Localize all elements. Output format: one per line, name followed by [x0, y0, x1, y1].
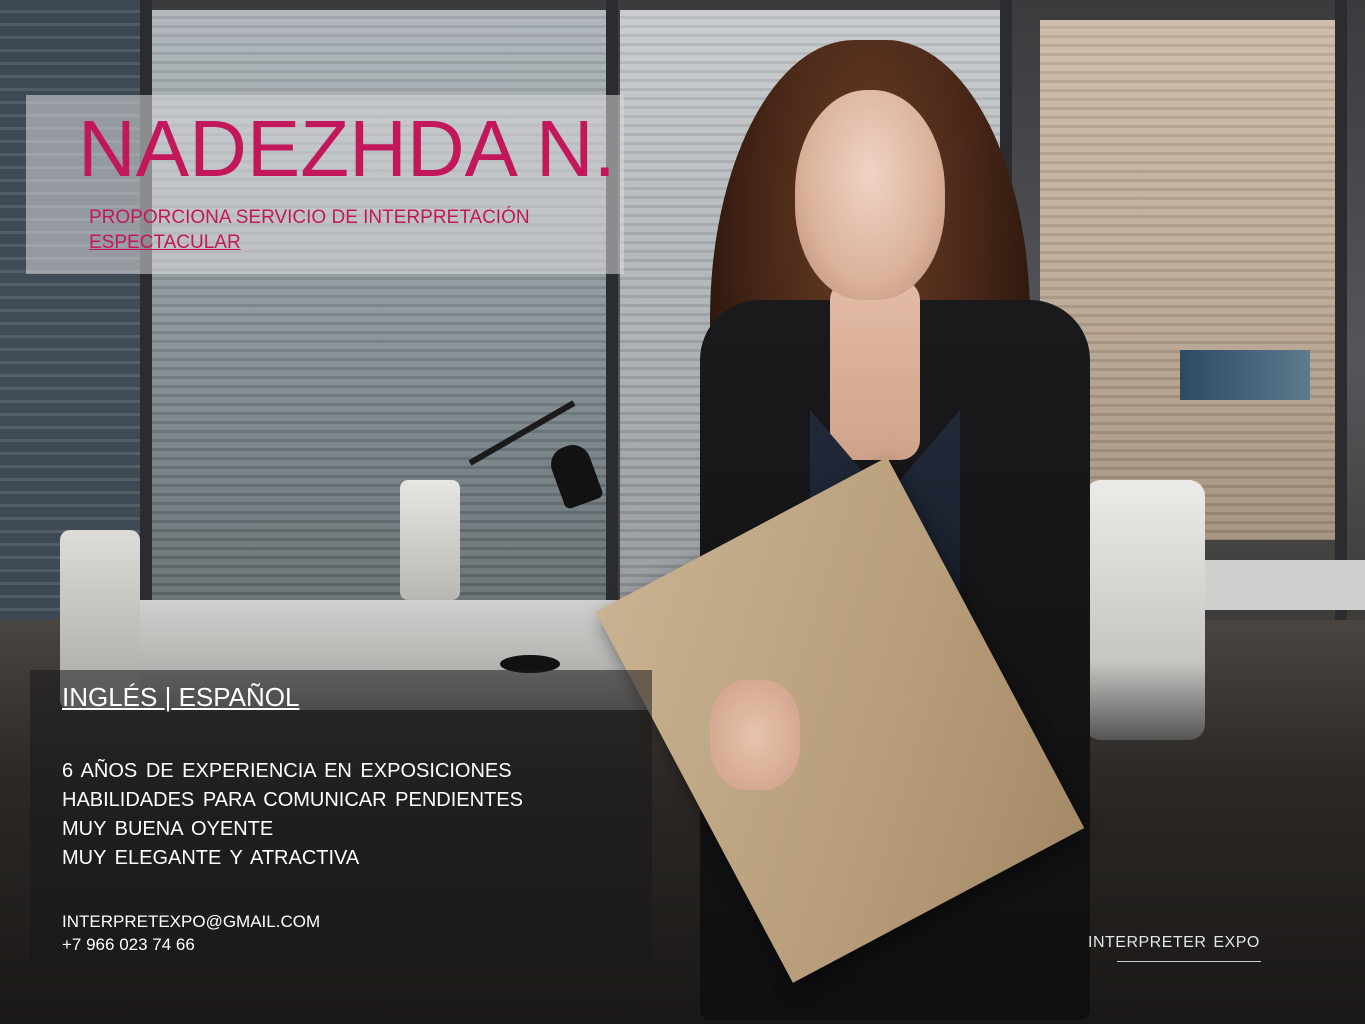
list-item: HABILIDADES PARA COMUNICAR PENDIENTES [62, 789, 523, 811]
monitor-screens [1180, 350, 1310, 400]
interpreter-portrait [595, 40, 1090, 1024]
languages-heading: INGLÉS | ESPAÑOL [62, 682, 300, 712]
office-chair-center [400, 480, 460, 600]
tagline: PROPORCIONA SERVICIO DE INTERPRETACIÓN E… [89, 205, 649, 255]
neck [830, 280, 920, 460]
office-desk-right [1190, 560, 1365, 610]
list-item: 6 AÑOS DE EXPERIENCIA EN EXPOSICIONES [62, 760, 512, 782]
tagline-line-2: ESPECTACULAR [89, 232, 241, 253]
list-item: MUY ELEGANTE Y ATRACTIVA [62, 847, 360, 869]
window-frame [1335, 0, 1347, 640]
phone-number[interactable]: +7 966 023 74 66 [62, 933, 320, 956]
page-title: NADEZHDA N. [78, 104, 616, 193]
brand-name: INTERPRETER EXPO [1088, 934, 1260, 951]
tagline-line-1: PROPORCIONA SERVICIO DE INTERPRETACIÓN [89, 207, 530, 228]
brand-underline [1117, 961, 1261, 962]
email-address[interactable]: INTERPRETEXPO@GMAIL.COM [62, 910, 320, 933]
office-chair-right [1085, 480, 1205, 740]
list-item: MUY BUENA OYENTE [62, 818, 274, 840]
face [795, 90, 945, 300]
contact-block: INTERPRETEXPO@GMAIL.COM +7 966 023 74 66 [62, 910, 320, 956]
hand [710, 680, 800, 790]
skills-list: 6 AÑOS DE EXPERIENCIA EN EXPOSICIONES HA… [62, 757, 523, 873]
